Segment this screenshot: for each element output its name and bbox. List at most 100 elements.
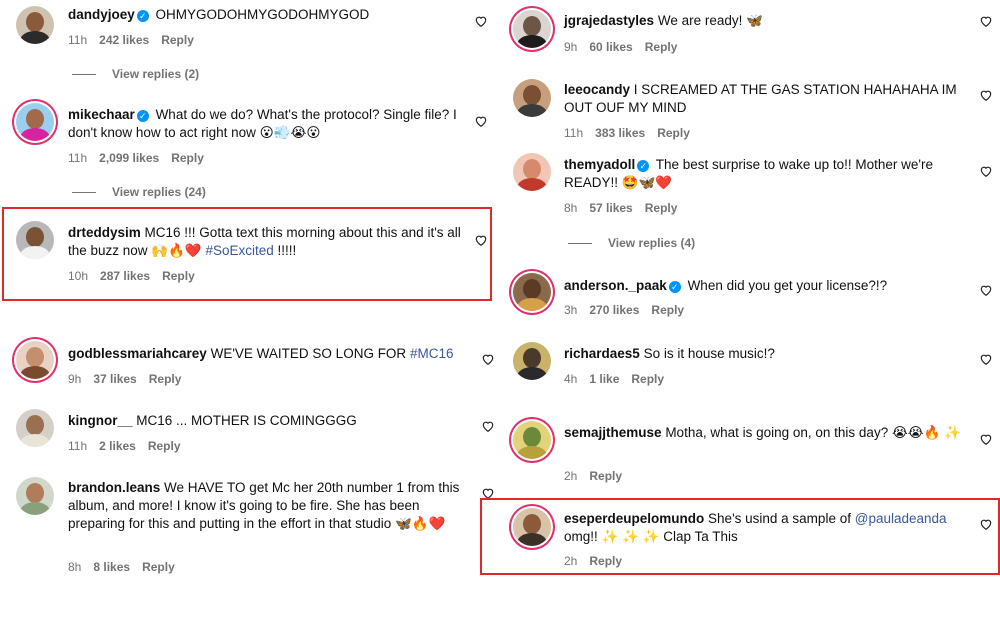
comment-username[interactable]: anderson._paak [564,278,667,293]
comment-username[interactable]: eseperdeupelomundo [564,511,704,526]
reply-button[interactable]: Reply [631,372,664,386]
reply-button[interactable]: Reply [651,303,684,317]
comment-likes[interactable]: 1 like [589,372,619,386]
comment-text: eseperdeupelomundo She's usind a sample … [564,510,964,546]
reply-button[interactable]: Reply [645,201,678,215]
comment-time: 9h [564,40,578,54]
comment-likes[interactable]: 242 likes [99,33,149,47]
reply-button[interactable]: Reply [645,40,678,54]
comment-likes[interactable]: 2,099 likes [99,151,159,165]
avatar[interactable] [16,477,54,515]
heart-outline-icon[interactable] [481,352,495,366]
avatar[interactable] [513,273,551,311]
comment-username[interactable]: godblessmariahcarey [68,346,207,361]
verified-badge-icon: ✓ [136,10,149,22]
reply-button[interactable]: Reply [142,560,175,574]
comment-likes[interactable]: 37 likes [93,372,136,386]
view-replies-button[interactable]: View replies (24) [72,185,206,199]
avatar[interactable] [16,103,54,141]
comment-username[interactable]: themyadoll [564,157,635,172]
verified-badge-icon: ✓ [136,110,149,122]
view-replies-button[interactable]: View replies (4) [568,236,695,250]
avatar[interactable] [16,6,54,44]
comment-meta: 11h 242 likes Reply [68,33,206,47]
comment-username[interactable]: leeocandy [564,82,630,97]
comment-body: Motha, what is going on, on this day? 😭😭… [665,425,961,440]
avatar[interactable] [513,342,551,380]
comment-time: 2h [564,469,578,483]
comment-body: We are ready! 🦋 [657,13,763,28]
avatar[interactable] [513,79,551,117]
reply-button[interactable]: Reply [589,554,622,568]
comment-text: godblessmariahcarey WE'VE WAITED SO LONG… [68,345,468,363]
reply-button[interactable]: Reply [161,33,194,47]
reply-button[interactable]: Reply [589,469,622,483]
mention-link[interactable]: @pauladeanda [855,511,947,526]
comment-time: 8h [68,560,82,574]
heart-outline-icon[interactable] [979,432,993,446]
comment-meta: 9h 37 likes Reply [68,372,193,386]
comment-username[interactable]: dandyjoey [68,7,135,22]
comment-likes[interactable]: 60 likes [589,40,632,54]
comment-meta: 11h 383 likes Reply [564,126,702,140]
reply-button[interactable]: Reply [149,372,182,386]
comment-likes[interactable]: 2 likes [99,439,136,453]
comment-text: jgrajedastyles We are ready! 🦋 [564,12,964,30]
comment-body: She's usind a sample of [708,511,851,526]
hashtag-link[interactable]: #MC16 [410,346,454,361]
comment-text: drteddysim MC16 !!! Gotta text this morn… [68,224,468,260]
comment-username[interactable]: semajjthemuse [564,425,662,440]
comment-text: semajjthemuse Motha, what is going on, o… [564,424,964,442]
comment-likes[interactable]: 8 likes [93,560,130,574]
comment-username[interactable]: kingnor__ [68,413,133,428]
view-replies-button[interactable]: View replies (2) [72,67,199,81]
reply-button[interactable]: Reply [162,269,195,283]
avatar[interactable] [16,341,54,379]
comment-body-end: !!!!! [273,243,297,258]
comment-username[interactable]: richardaes5 [564,346,640,361]
verified-badge-icon: ✓ [637,160,650,172]
comment-likes[interactable]: 57 likes [589,201,632,215]
avatar[interactable] [16,409,54,447]
heart-outline-icon[interactable] [474,233,488,247]
avatar[interactable] [513,508,551,546]
heart-outline-icon[interactable] [979,283,993,297]
reply-button[interactable]: Reply [657,126,690,140]
comment-text: richardaes5 So is it house music!? [564,345,964,363]
comment-username[interactable]: jgrajedastyles [564,13,654,28]
heart-outline-icon[interactable] [979,164,993,178]
comment-meta: 4h 1 like Reply [564,372,676,386]
heart-outline-icon[interactable] [474,14,488,28]
comment-time: 11h [564,126,584,140]
comment-username[interactable]: drteddysim [68,225,141,240]
comment-time: 10h [68,269,89,283]
reply-button[interactable]: Reply [148,439,181,453]
comment-text: dandyjoey ✓ OHMYGODOHMYGODOHMYGOD [68,6,463,24]
heart-outline-icon[interactable] [979,14,993,28]
comment-meta: 2h Reply [564,469,634,483]
comment-likes[interactable]: 270 likes [589,303,639,317]
comment-text: kingnor__ MC16 ... MOTHER IS COMINGGGG [68,412,468,430]
comment-meta: 10h 287 likes Reply [68,269,207,283]
avatar[interactable] [513,153,551,191]
heart-outline-icon[interactable] [474,114,488,128]
avatar[interactable] [16,221,54,259]
avatar[interactable] [513,10,551,48]
reply-button[interactable]: Reply [171,151,204,165]
comment-meta: 9h 60 likes Reply [564,40,689,54]
comment-time: 9h [68,372,82,386]
heart-outline-icon[interactable] [979,352,993,366]
comment-likes[interactable]: 287 likes [100,269,150,283]
verified-badge-icon: ✓ [668,281,681,293]
comment-text: leeocandy I SCREAMED AT THE GAS STATION … [564,81,964,117]
hashtag-link[interactable]: #SoExcited [206,243,274,258]
avatar[interactable] [513,421,551,459]
heart-outline-icon[interactable] [481,419,495,433]
comment-body-end: omg!! ✨ ✨ ✨ Clap Ta This [564,529,738,544]
heart-outline-icon[interactable] [979,88,993,102]
comment-username[interactable]: brandon.leans [68,480,160,495]
heart-outline-icon[interactable] [979,517,993,531]
comment-likes[interactable]: 383 likes [595,126,645,140]
comment-time: 8h [564,201,578,215]
comment-username[interactable]: mikechaar [68,107,135,122]
